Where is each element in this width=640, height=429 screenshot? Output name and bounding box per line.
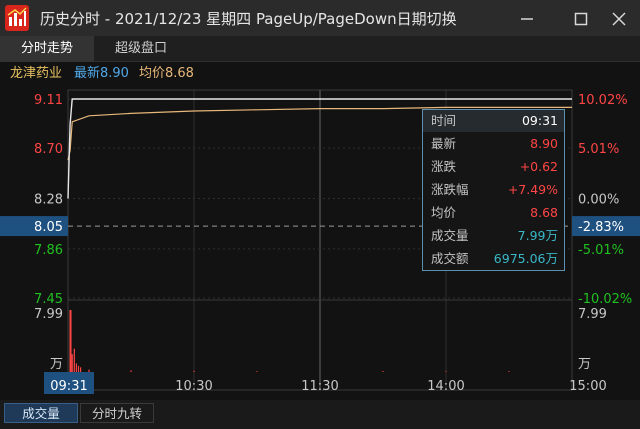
price-axis-labels: 9.11 8.70 8.28 8.05 7.86 7.457.99 万 — [34, 93, 63, 372]
volume-bar — [75, 363, 77, 372]
stock-name: 龙津药业 — [10, 66, 63, 81]
tooltip-value: 8.90 — [530, 136, 558, 151]
indicator-tabs: 成交量 分时九转 — [0, 400, 640, 429]
time-tick-label: 14:00 — [427, 379, 464, 394]
volume-bar — [73, 348, 75, 372]
time-tick-label: 11:30 — [301, 379, 338, 394]
price-tick-label: 9.11 — [34, 93, 63, 108]
volume-bar — [77, 365, 80, 372]
time-tick-label: 15:00 — [569, 379, 606, 394]
tooltip-key: 成交额 — [431, 251, 469, 266]
percent-tick-label: 0.00% — [578, 193, 619, 208]
volume-bar — [80, 367, 82, 372]
maximize-icon — [574, 12, 588, 26]
volume-tick-label: 7.99 — [34, 307, 63, 322]
average-price: 均价8.68 — [139, 66, 194, 81]
data-tooltip: 时间 09:31 最新 8.90 涨跌 +0.62 涨跌幅 +7.49% 均价 8.68 成交量 7.… — [422, 109, 565, 271]
time-tick-label: 10:30 — [175, 379, 212, 394]
tab-intraday-trend[interactable]: 分时走势 — [0, 36, 94, 62]
app-logo-icon — [5, 5, 29, 31]
title-bar: 历史分时 - 2021/12/23 星期四 PageUp/PageDown日期切… — [0, 0, 640, 36]
volume-bar — [69, 310, 72, 372]
tooltip-row: 均价 8.68 — [423, 202, 564, 224]
latest-price: 最新8.90 — [74, 66, 129, 81]
tooltip-row: 成交量 7.99万 — [423, 225, 564, 247]
tooltip-value: 7.99万 — [517, 228, 558, 243]
volume-bar — [193, 370, 195, 372]
tooltip-key: 涨跌 — [431, 159, 457, 174]
tooltip-row: 涨跌 +0.62 — [423, 156, 564, 178]
price-tick-label: 8.05 — [34, 220, 63, 235]
volume-tick-label: 万 — [578, 357, 591, 372]
volume-bar — [130, 370, 132, 372]
window-title: 历史分时 - 2021/12/23 星期四 PageUp/PageDown日期切… — [40, 10, 457, 28]
tooltip-row: 成交额 6975.06万 — [423, 248, 564, 270]
price-tick-label: 8.70 — [34, 142, 63, 157]
time-tick-label: 09:31 — [50, 379, 87, 394]
stock-info-bar: 龙津药业 最新8.90 均价8.68 — [0, 62, 640, 86]
volume-bars — [69, 310, 510, 372]
tooltip-value: 8.68 — [530, 205, 558, 220]
price-tick-label: 7.86 — [34, 243, 63, 258]
tab-intraday-nine-turn[interactable]: 分时九转 — [80, 403, 154, 423]
close-icon — [612, 12, 626, 26]
percent-tick-label: 10.02% — [578, 93, 628, 108]
tooltip-value: 6975.06万 — [493, 251, 558, 266]
tab-volume[interactable]: 成交量 — [4, 403, 78, 423]
price-tick-label: 7.45 — [34, 292, 63, 307]
tab-super-orderbook[interactable]: 超级盘口 — [96, 36, 186, 62]
tooltip-row: 时间 09:31 — [423, 110, 564, 132]
close-button[interactable] — [598, 0, 638, 36]
percent-tick-label: -2.83% — [578, 220, 624, 235]
maximize-button[interactable] — [560, 0, 600, 36]
volume-tick-label: 7.99 — [578, 307, 607, 322]
tooltip-key: 最新 — [431, 136, 457, 151]
volume-bar — [382, 371, 384, 372]
time-axis-labels: 09:31 10:30 11:30 14:00 15:00 — [50, 379, 606, 394]
volume-bar — [88, 369, 90, 372]
minimize-icon — [521, 18, 533, 20]
percent-tick-label: -5.01% — [578, 243, 624, 258]
view-tabs: 分时走势 超级盘口 — [0, 36, 640, 62]
volume-bar — [256, 371, 258, 372]
minimize-button[interactable] — [506, 0, 546, 36]
tooltip-key: 时间 — [431, 113, 457, 128]
tooltip-value: +7.49% — [507, 182, 558, 197]
volume-tick-label: 万 — [50, 357, 63, 372]
volume-bar — [445, 371, 447, 372]
percent-tick-label: -10.02% — [578, 292, 632, 307]
tooltip-value: +0.62 — [519, 159, 558, 174]
volume-bar — [508, 371, 510, 372]
price-tick-label: 8.28 — [34, 193, 63, 208]
tooltip-value: 09:31 — [521, 113, 558, 128]
volume-bar — [71, 354, 73, 372]
tooltip-key: 均价 — [431, 205, 457, 220]
tooltip-row: 涨跌幅 +7.49% — [423, 179, 564, 201]
tooltip-key: 成交量 — [431, 228, 469, 243]
percent-tick-label: 5.01% — [578, 142, 619, 157]
tooltip-key: 涨跌幅 — [431, 182, 469, 197]
tooltip-row: 最新 8.90 — [423, 133, 564, 155]
